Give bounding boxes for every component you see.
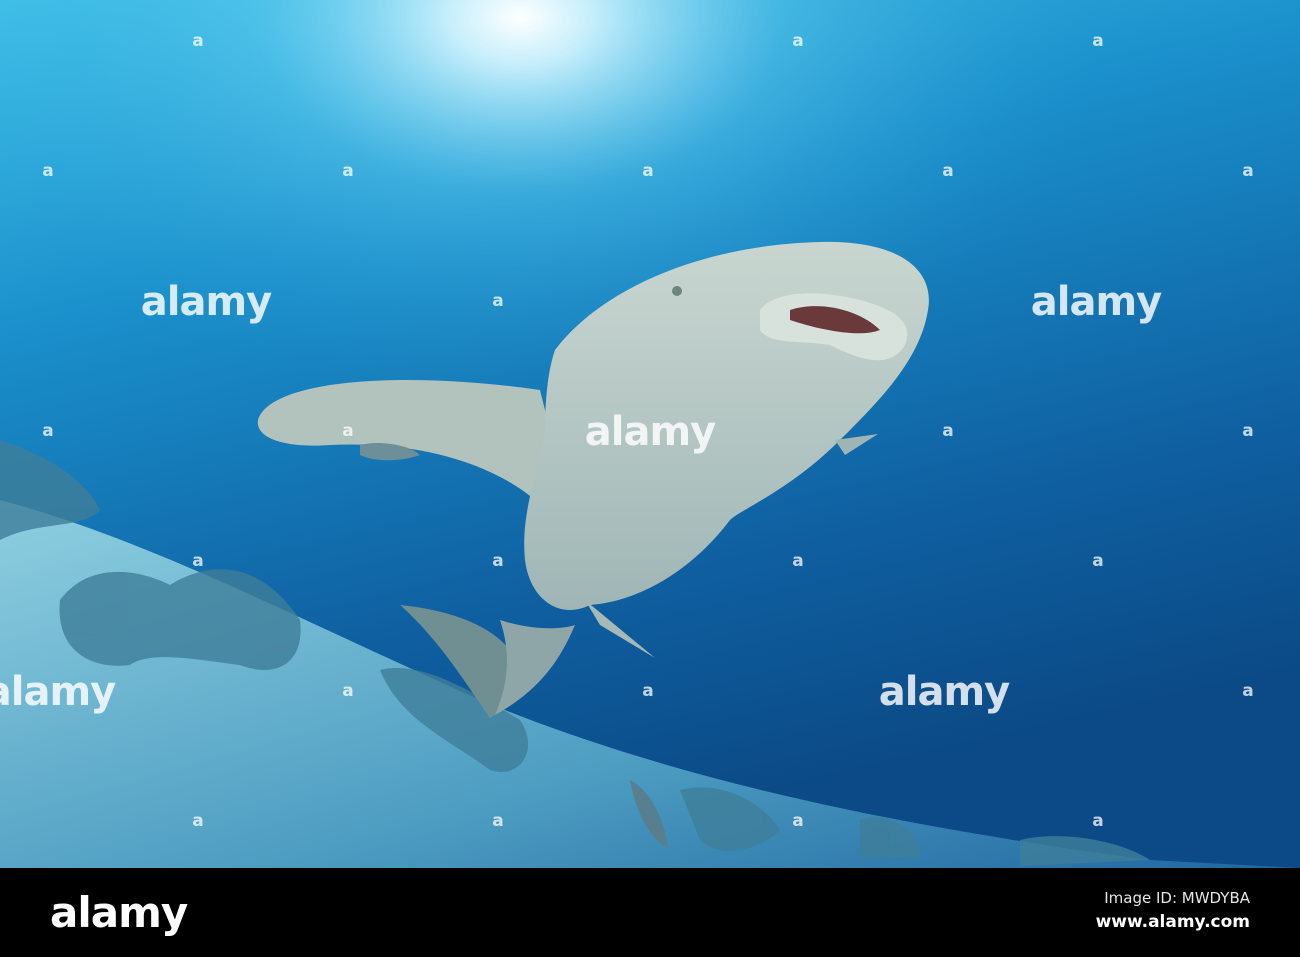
watermark: alamy [140, 279, 272, 325]
watermark-mini: a [792, 551, 804, 571]
watermark-mini: a [342, 161, 354, 181]
alamy-logo: alamy [50, 888, 188, 937]
photo-frame: alamy alamy alamy alamy alamy a a a a a … [0, 0, 1300, 957]
watermark-mini: a [192, 551, 204, 571]
watermark-mini: a [492, 551, 504, 571]
watermark-mini: a [192, 31, 204, 51]
watermark-mini: a [942, 161, 954, 181]
watermark-mini: a [642, 681, 654, 701]
watermark-mini: a [1092, 31, 1104, 51]
image-id-label: Image ID: MWDYBA [1104, 889, 1250, 907]
watermark: alamy [0, 669, 116, 715]
watermark-mini: a [192, 811, 204, 831]
watermark-mini: a [1092, 811, 1104, 831]
watermark-mini: a [1092, 551, 1104, 571]
site-url: www.alamy.com [1095, 912, 1250, 932]
watermark-mini: a [42, 421, 54, 441]
watermark: alamy [1030, 279, 1162, 325]
footer-bar: alamy Image ID: MWDYBA www.alamy.com [0, 868, 1300, 957]
watermark-mini: a [1242, 161, 1254, 181]
watermark: alamy [878, 669, 1010, 715]
watermark-mini: a [492, 291, 504, 311]
watermark: alamy [584, 409, 716, 455]
watermark-mini: a [792, 811, 804, 831]
watermark-mini: a [792, 31, 804, 51]
watermark-mini: a [492, 811, 504, 831]
watermark-mini: a [1242, 681, 1254, 701]
watermark-mini: a [642, 161, 654, 181]
watermark-mini: a [342, 681, 354, 701]
watermark-mini: a [1242, 421, 1254, 441]
watermark-mini: a [42, 161, 54, 181]
watermark-mini: a [342, 421, 354, 441]
watermark-mini: a [942, 421, 954, 441]
